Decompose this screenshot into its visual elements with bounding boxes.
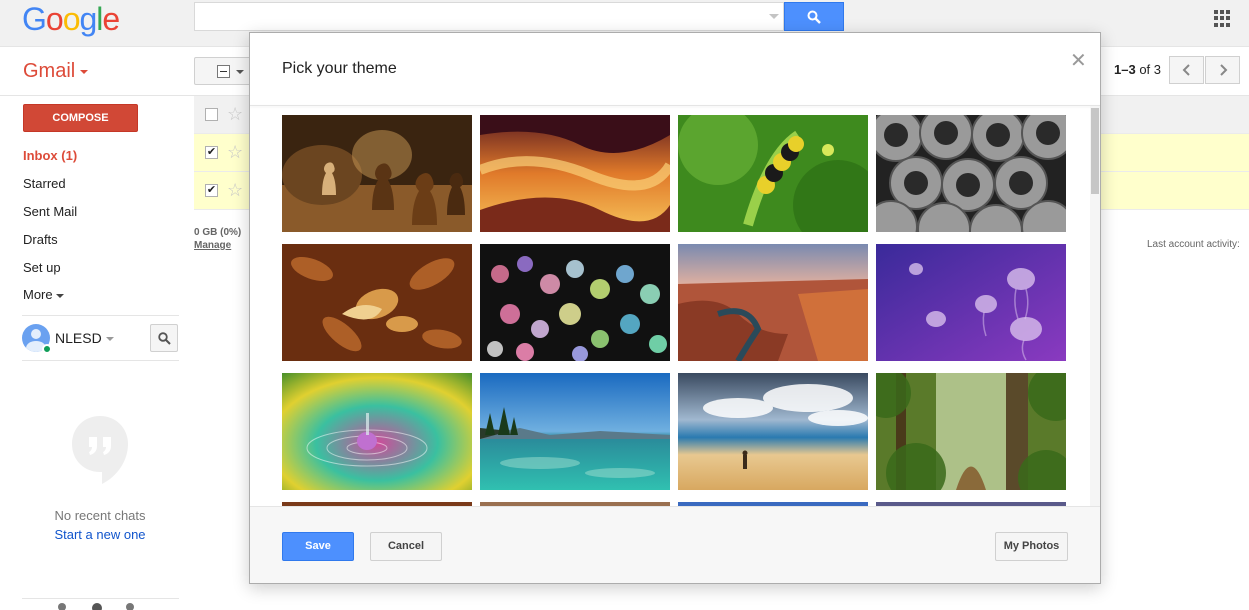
theme-grid xyxy=(250,106,1100,506)
pager-range: 1–3 of 3 xyxy=(1114,62,1161,77)
no-recent-chats-text: No recent chats xyxy=(54,508,146,523)
phone-icon[interactable] xyxy=(126,603,134,610)
sidebar-footer-icons xyxy=(22,598,179,610)
theme-picker-dialog: Pick your theme ✕ Save Cancel My Photos xyxy=(249,32,1101,584)
chevron-down-icon xyxy=(80,69,89,74)
theme-thumbnail[interactable] xyxy=(282,244,472,361)
account-name: NLESD xyxy=(55,330,102,346)
star-icon[interactable]: ☆ xyxy=(227,142,243,163)
sidebar-divider xyxy=(22,315,179,316)
person-icon[interactable] xyxy=(58,603,66,610)
apps-grid-icon[interactable] xyxy=(1214,10,1231,27)
theme-thumbnail[interactable] xyxy=(876,115,1066,232)
search-icon xyxy=(157,331,171,345)
start-new-chat-link[interactable]: Start a new one xyxy=(0,527,200,542)
gmail-label: Gmail xyxy=(23,60,76,82)
newer-button[interactable] xyxy=(1169,56,1204,84)
sidebar-item-inbox[interactable]: Inbox (1) xyxy=(23,148,77,163)
sidebar-item-set-up[interactable]: Set up xyxy=(23,260,61,275)
save-button[interactable]: Save xyxy=(282,532,354,561)
theme-image xyxy=(480,115,670,232)
theme-thumbnail[interactable] xyxy=(480,244,670,361)
theme-image xyxy=(876,115,1066,232)
select-all-button[interactable] xyxy=(194,57,252,85)
star-icon[interactable]: ☆ xyxy=(227,180,243,201)
dialog-title: Pick your theme xyxy=(282,60,397,77)
search-icon xyxy=(807,10,821,24)
row-checkbox[interactable]: ✔ xyxy=(205,146,218,159)
chevron-down-icon xyxy=(236,70,244,74)
theme-thumbnail[interactable] xyxy=(480,373,670,490)
more-menu[interactable]: More xyxy=(23,287,64,302)
sidebar-item-starred[interactable]: Starred xyxy=(23,176,66,191)
logo-letter: o xyxy=(62,1,81,37)
theme-image xyxy=(282,115,472,232)
compose-button[interactable]: COMPOSE xyxy=(23,104,138,132)
theme-image xyxy=(480,373,670,490)
my-photos-button[interactable]: My Photos xyxy=(995,532,1068,561)
theme-image xyxy=(678,115,868,232)
presence-status-icon xyxy=(42,344,52,354)
scrollbar-thumb[interactable] xyxy=(1091,108,1099,194)
cancel-button[interactable]: Cancel xyxy=(370,532,442,561)
search-button[interactable] xyxy=(784,2,844,31)
theme-thumbnail[interactable] xyxy=(876,373,1066,490)
theme-thumbnail[interactable] xyxy=(480,115,670,232)
search-input[interactable] xyxy=(194,2,784,31)
theme-image xyxy=(876,244,1066,361)
theme-thumbnail[interactable] xyxy=(876,244,1066,361)
search-people-button[interactable] xyxy=(150,324,178,352)
theme-thumbnail[interactable] xyxy=(282,373,472,490)
sidebar-item-drafts[interactable]: Drafts xyxy=(23,232,58,247)
theme-thumbnail[interactable] xyxy=(678,115,868,232)
logo-letter: o xyxy=(45,1,64,37)
gmail-menu[interactable]: Gmail xyxy=(23,60,89,83)
star-icon[interactable]: ☆ xyxy=(227,104,243,125)
pager-total: of 3 xyxy=(1139,62,1162,77)
theme-image xyxy=(678,373,868,490)
theme-thumbnail[interactable] xyxy=(282,115,472,232)
theme-thumbnail[interactable] xyxy=(678,373,868,490)
manage-storage-link[interactable]: Manage xyxy=(194,240,231,251)
account-menu[interactable]: NLESD xyxy=(55,330,114,346)
logo-letter: G xyxy=(22,1,47,37)
older-button[interactable] xyxy=(1205,56,1240,84)
pager-range-value: 1–3 xyxy=(1114,62,1136,77)
chevron-down-icon xyxy=(105,337,114,342)
chevron-right-icon xyxy=(1219,64,1227,76)
sidebar-item-sent-mail[interactable]: Sent Mail xyxy=(23,204,77,219)
hangouts-icon xyxy=(72,416,128,484)
row-checkbox[interactable]: ✔ xyxy=(205,184,218,197)
theme-grid-scrollbar[interactable] xyxy=(1090,106,1100,506)
chevron-left-icon xyxy=(1182,64,1190,76)
dialog-footer: Save Cancel My Photos xyxy=(250,506,1100,583)
chevron-down-icon xyxy=(55,293,64,298)
logo-letter: g xyxy=(79,1,97,37)
row-checkbox[interactable] xyxy=(205,108,218,121)
chat-icon[interactable] xyxy=(92,603,102,610)
more-label: More xyxy=(23,287,53,302)
logo-letter: e xyxy=(102,1,120,37)
close-icon[interactable]: ✕ xyxy=(1070,51,1087,71)
last-account-activity: Last account activity: xyxy=(1147,239,1240,250)
sidebar-divider xyxy=(22,360,179,361)
theme-image xyxy=(678,244,868,361)
theme-image xyxy=(480,244,670,361)
theme-image xyxy=(282,373,472,490)
theme-thumbnail[interactable] xyxy=(678,244,868,361)
google-logo[interactable]: Google xyxy=(22,1,120,38)
select-all-checkbox[interactable] xyxy=(217,65,230,78)
theme-image xyxy=(876,373,1066,490)
theme-image xyxy=(282,244,472,361)
storage-usage: 0 GB (0%) xyxy=(194,227,242,238)
search-options-caret-icon[interactable] xyxy=(769,14,779,19)
